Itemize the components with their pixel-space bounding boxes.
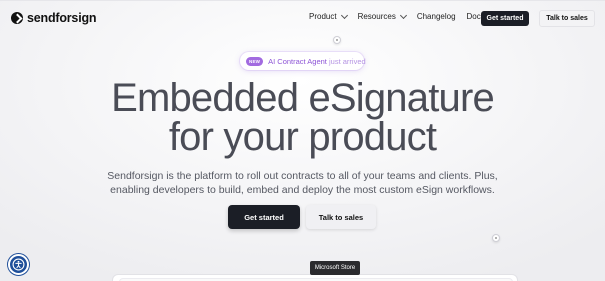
cursor-marker-icon bbox=[333, 36, 341, 44]
chevron-down-icon bbox=[340, 11, 348, 19]
talk-to-sales-button[interactable]: Talk to sales bbox=[306, 205, 376, 229]
announcement-text: AI Contract Agent just arrived bbox=[268, 57, 366, 66]
nav-item-changelog[interactable]: Changelog bbox=[417, 12, 456, 21]
accessibility-button[interactable] bbox=[8, 254, 29, 275]
accessibility-icon bbox=[12, 258, 25, 271]
logo-icon bbox=[11, 12, 23, 24]
nav-item-label: Resources bbox=[357, 12, 396, 21]
hero-title-line1: Embedded eSignature bbox=[111, 76, 495, 120]
hero-subtitle-line1: Sendforsign is the platform to roll out … bbox=[107, 170, 498, 182]
announcement-highlight: AI Contract Agent bbox=[268, 56, 327, 66]
hero-title-line2: for your product bbox=[168, 115, 437, 159]
main-nav: Product Resources Changelog Docs bbox=[309, 11, 496, 21]
nav-item-product[interactable]: Product bbox=[309, 11, 348, 21]
hero-subtitle-line2: enabling developers to build, embed and … bbox=[110, 184, 495, 196]
cursor-marker-icon bbox=[492, 234, 500, 242]
new-badge: NEW bbox=[246, 56, 264, 66]
logo-text: sendforsign bbox=[27, 11, 97, 25]
site-header: sendforsign Product Resources Changelog … bbox=[0, 1, 605, 35]
landing-page: sendforsign Product Resources Changelog … bbox=[0, 0, 605, 281]
product-preview bbox=[112, 274, 518, 281]
get-started-button[interactable]: Get started bbox=[228, 205, 300, 229]
announcement-rest: just arrived bbox=[329, 56, 366, 66]
hero-title: Embedded eSignature for your product bbox=[0, 76, 605, 159]
nav-item-resources[interactable]: Resources bbox=[357, 11, 407, 21]
hero-subtitle: Sendforsign is the platform to roll out … bbox=[90, 169, 515, 197]
chevron-down-icon bbox=[399, 11, 407, 19]
tooltip: Microsoft Store bbox=[310, 261, 360, 275]
header-get-started-button[interactable]: Get started bbox=[481, 11, 529, 26]
nav-item-label: Changelog bbox=[416, 12, 456, 21]
header-talk-to-sales-button[interactable]: Talk to sales bbox=[539, 10, 595, 27]
logo[interactable]: sendforsign bbox=[11, 11, 97, 25]
announcement-pill[interactable]: NEW AI Contract Agent just arrived bbox=[240, 52, 366, 70]
nav-item-label: Product bbox=[309, 12, 337, 21]
